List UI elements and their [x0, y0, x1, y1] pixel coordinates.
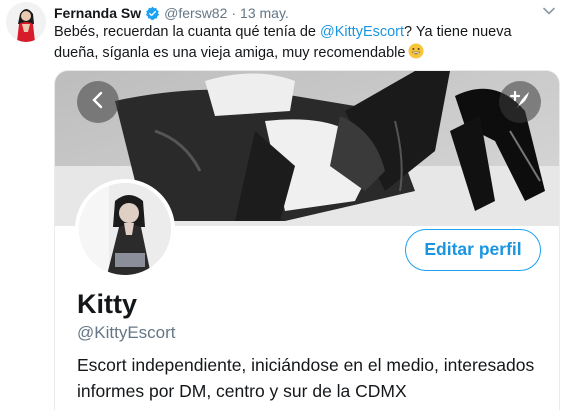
tweet-text-part: Bebés, recuerdan la cuanta qué tenía de: [54, 24, 321, 40]
share-quill-icon: [508, 88, 532, 117]
author-handle[interactable]: @fersw82: [164, 5, 227, 21]
tweet-header: Fernanda Sw @fersw82 · 13 may.: [54, 3, 289, 23]
verified-badge-icon: [145, 6, 160, 21]
embedded-profile-card[interactable]: Editar perfil Kitty @KittyEscort Escort …: [54, 70, 560, 410]
tweet-text: Bebés, recuerdan la cuanta qué tenía de …: [54, 22, 554, 64]
author-avatar[interactable]: [6, 2, 46, 42]
profile-handle[interactable]: @KittyEscort: [77, 323, 176, 343]
profile-bio: Escort independiente, iniciándose en el …: [77, 355, 535, 401]
profile-avatar[interactable]: [75, 179, 175, 279]
separator: ·: [231, 5, 237, 21]
author-name[interactable]: Fernanda Sw: [54, 5, 141, 21]
back-button[interactable]: [77, 81, 119, 123]
chevron-down-icon[interactable]: [542, 4, 556, 18]
profile-name[interactable]: Kitty: [77, 289, 137, 320]
share-button[interactable]: [499, 81, 541, 123]
smiling-face-emoji-icon: [408, 43, 424, 59]
mention-link[interactable]: @KittyEscort: [320, 24, 404, 40]
tweet-date[interactable]: 13 may.: [240, 5, 289, 21]
tweet: Fernanda Sw @fersw82 · 13 may. Bebés, re…: [0, 0, 568, 410]
chevron-left-icon: [88, 90, 108, 115]
edit-profile-button[interactable]: Editar perfil: [405, 229, 541, 271]
